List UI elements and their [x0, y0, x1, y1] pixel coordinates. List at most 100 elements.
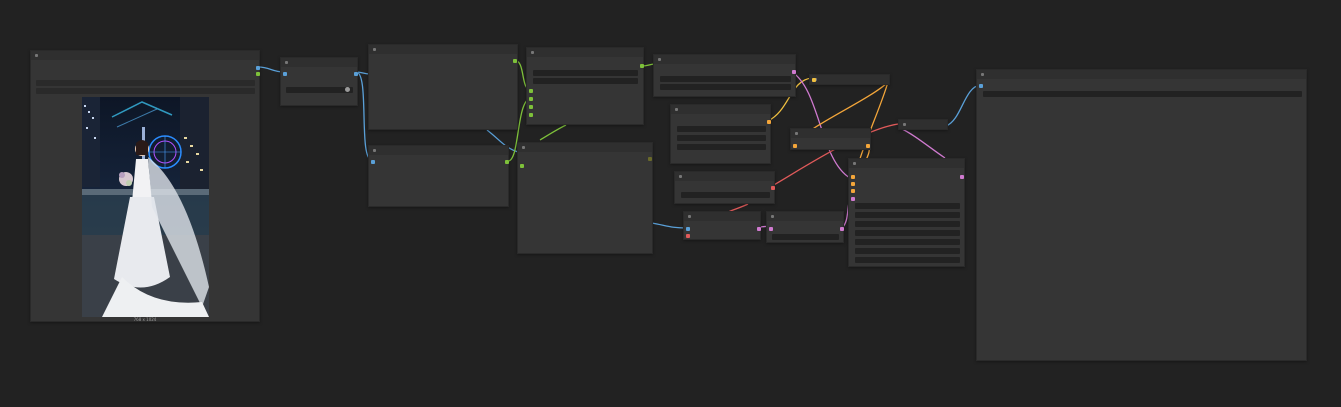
sampler-widget[interactable] — [855, 239, 960, 245]
node-header[interactable] — [675, 172, 774, 181]
collapse-dot-icon[interactable] — [981, 73, 984, 76]
collapse-dot-icon[interactable] — [903, 123, 906, 126]
filename-prefix-widget[interactable] — [983, 91, 1302, 97]
output-port[interactable] — [767, 120, 771, 124]
output-port[interactable] — [640, 64, 644, 68]
encode-node[interactable] — [683, 211, 761, 240]
node-header[interactable] — [369, 146, 508, 155]
collapse-dot-icon[interactable] — [373, 48, 376, 51]
node-header[interactable] — [849, 159, 964, 168]
vae-decode-node[interactable] — [898, 119, 948, 130]
output-port[interactable] — [840, 227, 844, 231]
vae-select-widget[interactable] — [681, 192, 770, 198]
mask-output-port[interactable] — [256, 72, 260, 76]
node-header[interactable] — [810, 75, 889, 84]
node-header[interactable] — [281, 58, 357, 67]
conditioning-node[interactable] — [526, 47, 644, 125]
input-port[interactable] — [769, 227, 773, 231]
vae-input-port[interactable] — [686, 234, 690, 238]
latent-output-port[interactable] — [960, 175, 964, 179]
input-port-4[interactable] — [529, 113, 533, 117]
node-header[interactable] — [791, 129, 870, 138]
input-port[interactable] — [812, 78, 816, 82]
image-scale-node[interactable] — [280, 57, 358, 106]
node-header[interactable] — [654, 55, 795, 64]
output-port[interactable] — [792, 70, 796, 74]
text-widget-1[interactable] — [533, 70, 638, 76]
node-header[interactable] — [518, 143, 652, 152]
image-select-widget[interactable] — [36, 80, 255, 86]
text-widget-1[interactable] — [660, 76, 791, 82]
collapse-dot-icon[interactable] — [35, 54, 38, 57]
node-header[interactable] — [684, 212, 760, 221]
image-input-port[interactable] — [686, 227, 690, 231]
latent-input-port[interactable] — [851, 197, 855, 201]
input-port[interactable] — [520, 164, 524, 168]
collapse-dot-icon[interactable] — [688, 215, 691, 218]
control-widget[interactable] — [855, 212, 960, 218]
image-input-port[interactable] — [979, 84, 983, 88]
node-header[interactable] — [977, 70, 1306, 79]
param-widget-1[interactable] — [677, 126, 766, 132]
collapse-dot-icon[interactable] — [285, 61, 288, 64]
node-header[interactable] — [767, 212, 843, 221]
output-port[interactable] — [757, 227, 761, 231]
preview-node[interactable] — [517, 142, 653, 254]
mask-node[interactable] — [766, 211, 844, 243]
input-port-3[interactable] — [529, 105, 533, 109]
image-input-port[interactable] — [283, 72, 287, 76]
denoise-widget[interactable] — [855, 257, 960, 263]
text-widget-2[interactable] — [660, 84, 791, 90]
scheduler-widget[interactable] — [855, 248, 960, 254]
node-header[interactable] — [899, 120, 947, 129]
upload-widget[interactable] — [36, 88, 255, 94]
output-port[interactable] — [866, 144, 870, 148]
param-widget-3[interactable] — [677, 144, 766, 150]
collapse-dot-icon[interactable] — [658, 58, 661, 61]
text-widget-2[interactable] — [533, 78, 638, 84]
collapse-dot-icon[interactable] — [795, 132, 798, 135]
toggle-knob[interactable] — [345, 87, 350, 92]
ksampler-node[interactable] — [848, 158, 965, 267]
reroute-node[interactable] — [809, 74, 890, 85]
collapse-dot-icon[interactable] — [675, 108, 678, 111]
latent-node[interactable] — [670, 104, 771, 164]
collapse-dot-icon[interactable] — [522, 146, 525, 149]
output-port[interactable] — [505, 160, 509, 164]
collapse-dot-icon[interactable] — [531, 51, 534, 54]
node-header[interactable] — [671, 105, 770, 114]
collapse-dot-icon[interactable] — [373, 149, 376, 152]
vae-loader-node[interactable] — [674, 171, 775, 204]
input-port-2[interactable] — [529, 97, 533, 101]
vae-output-port[interactable] — [771, 186, 775, 190]
collapse-dot-icon[interactable] — [853, 162, 856, 165]
save-image-node[interactable] — [976, 69, 1307, 361]
node-header[interactable] — [31, 51, 259, 60]
output-port[interactable] — [648, 157, 652, 161]
param-widget[interactable] — [772, 234, 839, 240]
seed-widget[interactable] — [855, 203, 960, 209]
node-header[interactable] — [527, 48, 643, 57]
collapse-dot-icon[interactable] — [771, 215, 774, 218]
steps-widget[interactable] — [855, 221, 960, 227]
image-processor-node[interactable] — [368, 145, 509, 207]
node-graph-canvas[interactable]: 768 x 1024 — [0, 0, 1341, 407]
output-port[interactable] — [513, 59, 517, 63]
positive-input-port[interactable] — [851, 182, 855, 186]
input-port[interactable] — [793, 144, 797, 148]
cfg-widget[interactable] — [855, 230, 960, 236]
node-header[interactable] — [369, 45, 517, 54]
prompt-node[interactable] — [653, 54, 796, 97]
image-input-port[interactable] — [371, 160, 375, 164]
image-output-port[interactable] — [354, 72, 358, 76]
image-output-port[interactable] — [256, 66, 260, 70]
value-widget[interactable] — [286, 87, 353, 93]
model-input-port[interactable] — [851, 175, 855, 179]
negative-input-port[interactable] — [851, 189, 855, 193]
load-image-node[interactable]: 768 x 1024 — [30, 50, 260, 322]
model-loader-node[interactable] — [368, 44, 518, 130]
collapse-dot-icon[interactable] — [679, 175, 682, 178]
conditioning-combine-node[interactable] — [790, 128, 871, 150]
param-widget-2[interactable] — [677, 135, 766, 141]
input-port-1[interactable] — [529, 89, 533, 93]
